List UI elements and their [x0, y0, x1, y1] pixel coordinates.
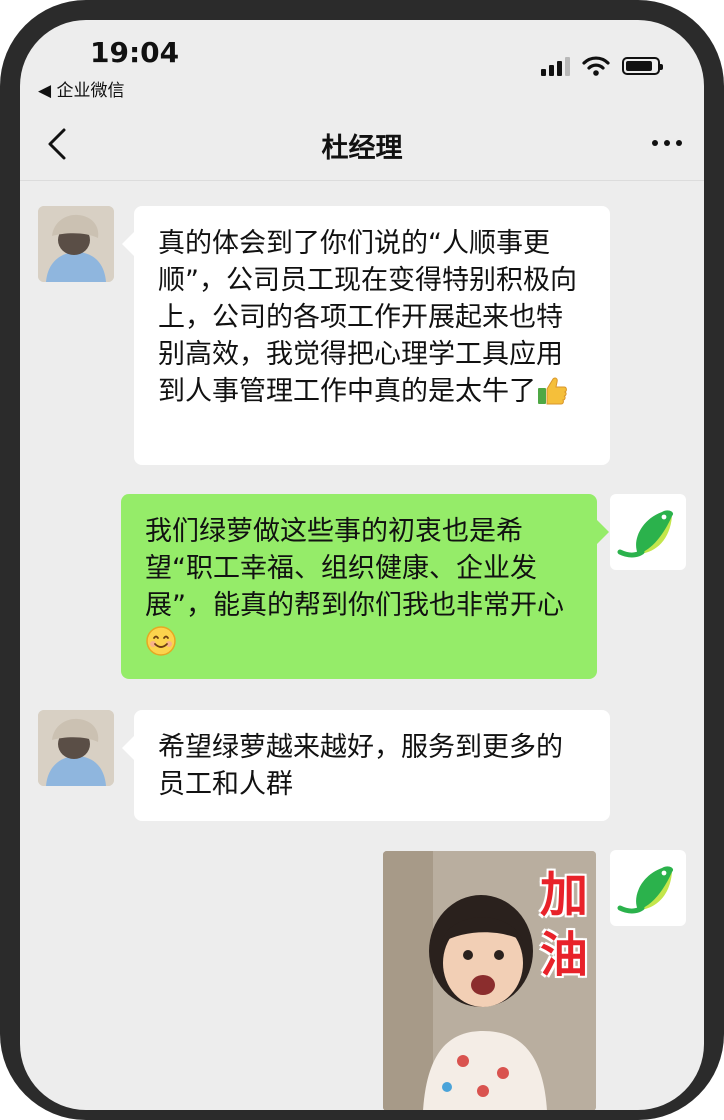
- thumbs-up-icon: [538, 377, 567, 405]
- battery-icon: [622, 57, 663, 75]
- cellular-signal-icon: [541, 56, 570, 76]
- wifi-icon: [582, 56, 610, 76]
- avatar[interactable]: [38, 206, 114, 282]
- user-photo-icon: [38, 206, 114, 282]
- message-bubble-outgoing[interactable]: 我们绿萝做这些事的初衷也是希望“职工幸福、组织健康、企业发展”，能真的帮到你们我…: [121, 494, 609, 679]
- ellipsis-icon[interactable]: [652, 140, 682, 146]
- message-bubble-incoming[interactable]: 希望绿萝越来越好，服务到更多的员工和人群: [122, 710, 610, 821]
- status-time: 19:04: [90, 36, 180, 69]
- message-list[interactable]: 真的体会到了你们说的“人顺事更顺”，公司员工现在变得特别积极向上，公司的各项工作…: [20, 180, 704, 1110]
- message-text: 真的体会到了你们说的“人顺事更顺”，公司员工现在变得特别积极向上，公司的各项工作…: [158, 228, 577, 407]
- chat-title: 杜经理: [321, 133, 403, 164]
- sticker-image[interactable]: 加油: [383, 851, 596, 1110]
- chat-header: 杜经理: [20, 106, 704, 181]
- status-icons: [541, 56, 663, 76]
- smile-icon: [146, 626, 176, 656]
- message-text: 我们绿萝做这些事的初衷也是希望“职工幸福、组织健康、企业发展”，能真的帮到你们我…: [145, 516, 564, 621]
- user-photo-icon: [38, 710, 114, 786]
- avatar[interactable]: [610, 850, 686, 926]
- avatar[interactable]: [610, 494, 686, 570]
- phone-frame: 19:04 ◀ 企业微信 杜经理 真的体会到了你们说的“人顺事更顺”，公司员工现…: [0, 0, 724, 1120]
- back-to-app-link[interactable]: ◀ 企业微信: [38, 76, 124, 101]
- message-text: 希望绿萝越来越好，服务到更多的员工和人群: [158, 732, 563, 800]
- leaf-bird-logo-icon: [617, 866, 674, 914]
- sticker-caption: 加油: [539, 867, 588, 983]
- leaf-bird-logo-icon: [617, 510, 674, 558]
- avatar[interactable]: [38, 710, 114, 786]
- screen: 19:04 ◀ 企业微信 杜经理 真的体会到了你们说的“人顺事更顺”，公司员工现…: [20, 20, 704, 1110]
- message-bubble-incoming[interactable]: 真的体会到了你们说的“人顺事更顺”，公司员工现在变得特别积极向上，公司的各项工作…: [122, 206, 610, 465]
